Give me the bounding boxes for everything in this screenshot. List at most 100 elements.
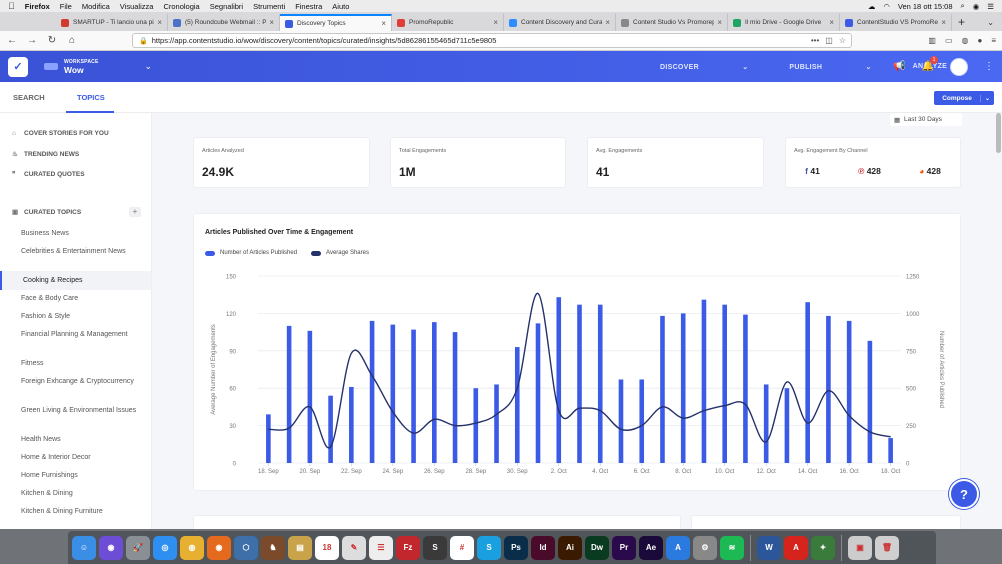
notes-icon[interactable]: ▤ [288,535,312,560]
contentstudio-logo[interactable]: ✓ [8,56,28,77]
sidebar-topic[interactable]: Financial Planning & Management [21,329,141,340]
library-icon[interactable]: ▥ [928,36,936,45]
back-icon[interactable]: ← [4,35,20,46]
sidebar-topic[interactable]: Foreign Exhcange & Cryptocurrency [21,376,141,387]
chrome-icon[interactable]: ◍ [180,535,204,560]
datetime[interactable]: Ven 18 ott 15:08 [898,2,953,11]
mac-menu-aiuto[interactable]: Aiuto [332,2,349,11]
help-button[interactable]: ? [949,479,979,509]
sidebar-topic[interactable]: Health News [21,434,141,445]
acrobat-icon[interactable]: A [784,535,808,560]
close-tab-icon[interactable]: × [157,18,162,27]
preferences-icon[interactable]: ⚙ [693,535,717,560]
sidebar-topic[interactable]: Cooking & Recipes [0,271,151,290]
browser-tab[interactable]: Il mio Drive - Google Drive × [728,14,840,31]
browser-tab[interactable]: SMARTUP - Ti lancio una pizz × [56,14,168,31]
indesign-icon[interactable]: Id [531,535,555,560]
nav-discover[interactable]: DISCOVER ⌄ [660,63,748,71]
sidebar-topic[interactable]: Face & Body Care [21,293,141,304]
sidebar-item-cover-stories[interactable]: ⌂ COVER STORIES FOR YOU [12,130,109,137]
finder-icon[interactable]: ☺ [72,535,96,560]
browser-tab[interactable]: PromoRepublic × [392,14,504,31]
skype-icon[interactable]: S [477,535,501,560]
bookmark-star-icon[interactable]: ☆ [839,36,846,45]
browser-tab[interactable]: (5) Roundcube Webmail :: Pia × [168,14,280,31]
sublime-icon[interactable]: S [423,535,447,560]
close-tab-icon[interactable]: × [605,18,610,27]
nav-publish[interactable]: PUBLISH ⌄ [789,63,871,71]
photoshop-icon[interactable]: Ps [504,535,528,560]
grapher-icon[interactable]: ✦ [811,535,835,560]
firefox-icon[interactable]: ◉ [207,535,231,560]
avatar[interactable] [950,57,968,76]
chevron-down-icon[interactable]: ⌄ [145,61,153,72]
launchpad-icon[interactable]: 🚀 [126,535,150,560]
close-tab-icon[interactable]: × [269,18,274,27]
sidebar-topic[interactable]: Home & Interior Decor [21,452,141,463]
apple-icon[interactable]:  [8,1,15,11]
tab-search[interactable]: SEARCH [13,93,45,102]
appstore-icon[interactable]: A [666,535,690,560]
wifi-icon[interactable]: ◠ [883,2,890,11]
date-range-picker[interactable]: ▦ Last 30 Days [890,113,962,126]
mac-menu-segnalibri[interactable]: Segnalibri [210,2,243,11]
mac-menu-cronologia[interactable]: Cronologia [163,2,199,11]
sidebar-item-curated-quotes[interactable]: ❞ CURATED QUOTES [12,170,85,179]
trash-icon[interactable]: 🗑 [875,535,899,560]
dreamweaver-icon[interactable]: Dw [585,535,609,560]
sidebar-topic[interactable]: Kitchen & Dining Furniture [21,506,141,517]
pocket-icon[interactable]: ◫ [825,36,833,45]
spotify-icon[interactable]: ≋ [720,535,744,560]
aftereffects-icon[interactable]: Ae [639,535,663,560]
cloud-icon[interactable]: ☁ [868,2,876,11]
workspace-switcher[interactable]: WORKSPACE Wow [44,59,99,75]
url-field[interactable]: 🔒 https://app.contentstudio.io/wow/disco… [132,33,852,48]
browser-tab[interactable]: Content Discovery and Curatio × [504,14,616,31]
search-icon[interactable]: ⌕ [961,1,965,11]
sidebar-topic[interactable]: Green Living & Environmental Issues [21,405,141,416]
mac-menu-strumenti[interactable]: Strumenti [253,2,285,11]
close-tab-icon[interactable]: × [493,18,498,27]
sidebar-icon[interactable]: ▭ [945,36,953,45]
scrollbar[interactable] [996,113,1001,153]
tab-topics[interactable]: TOPICS [77,93,105,102]
chevron-down-icon[interactable]: ⌄ [980,94,994,102]
slack-icon[interactable]: # [450,535,474,560]
extension-icon[interactable]: ● [977,36,982,45]
forward-icon[interactable]: → [24,35,40,46]
page-actions-icon[interactable]: ••• [811,36,819,45]
premiere-icon[interactable]: Pr [612,535,636,560]
sidebar-topic[interactable]: Fashion & Style [21,311,141,322]
sidebar-item-trending-news[interactable]: ♨ TRENDING NEWS [12,150,79,159]
tab-list-icon[interactable]: ⌄ [987,14,994,31]
new-tab-icon[interactable]: + [958,14,965,31]
browser-tab[interactable]: Discovery Topics × [280,14,392,31]
mac-menu-firefox[interactable]: Firefox [25,2,50,11]
close-tab-icon[interactable]: × [941,18,946,27]
megaphone-icon[interactable]: 📢 [893,61,905,72]
game-icon[interactable]: ♞ [261,535,285,560]
reminders-icon[interactable]: ☰ [369,535,393,560]
mac-menu-visualizza[interactable]: Visualizza [120,2,154,11]
close-tab-icon[interactable]: × [829,18,834,27]
kebab-menu-icon[interactable]: ⋮ [984,61,994,72]
mac-menu-modifica[interactable]: Modifica [82,2,110,11]
close-tab-icon[interactable]: × [381,19,386,28]
siri-icon[interactable]: ◉ [973,2,980,11]
safari-icon[interactable]: ◎ [153,535,177,560]
account-icon[interactable]: ◍ [962,36,969,45]
filezilla-icon[interactable]: Fz [396,535,420,560]
textedit-icon[interactable]: ✎ [342,535,366,560]
calendar-icon[interactable]: 18 [315,535,339,560]
siri-icon[interactable]: ◉ [99,535,123,560]
sidebar-topic[interactable]: Fitness [21,358,141,369]
close-tab-icon[interactable]: × [717,18,722,27]
bell-icon[interactable]: 🔔 1 [922,56,938,72]
mac-menu-file[interactable]: File [60,2,72,11]
mac-menu-finestra[interactable]: Finestra [295,2,322,11]
sidebar-topic[interactable]: Kitchen & Dining [21,488,141,499]
home-icon[interactable]: ⌂ [64,35,80,46]
vpn-icon[interactable]: ⬡ [234,535,258,560]
illustrator-icon[interactable]: Ai [558,535,582,560]
word-icon[interactable]: W [757,535,781,560]
